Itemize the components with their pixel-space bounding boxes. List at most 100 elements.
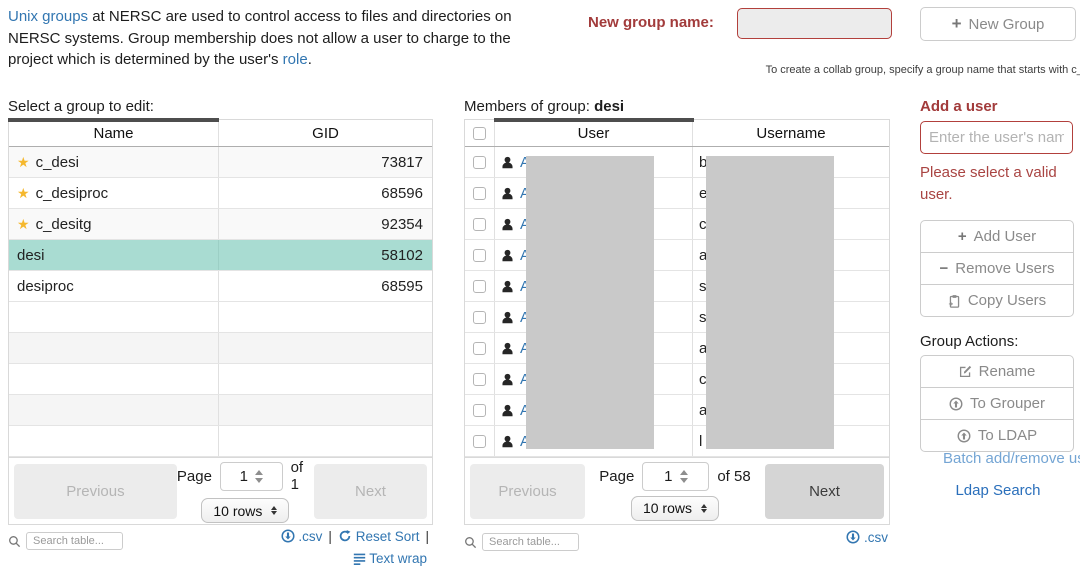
member-row: A a xyxy=(465,240,889,271)
redacted-name xyxy=(526,208,654,240)
person-icon xyxy=(501,404,514,417)
redacted-username xyxy=(706,425,834,449)
intro-period: . xyxy=(308,51,312,68)
user-actions-group: + Add User − Remove Users Copy Users xyxy=(920,220,1074,317)
redacted-name xyxy=(526,270,654,302)
member-checkbox[interactable] xyxy=(473,373,486,386)
download-csv-icon xyxy=(281,529,295,543)
table-row[interactable]: ★c_desi 73817 xyxy=(9,147,432,178)
members-table-pagination: Previous Page 1 of 58 10 rows xyxy=(465,457,889,524)
table-row-selected[interactable]: desi 58102 xyxy=(9,240,432,271)
sort-indicator-bar xyxy=(8,118,219,122)
group-table-links: .csv| Reset Sort| xyxy=(230,529,435,544)
text-wrap-link-row: Text wrap xyxy=(230,551,427,566)
column-header-name[interactable]: Name xyxy=(9,120,219,146)
person-icon xyxy=(501,373,514,386)
member-checkbox[interactable] xyxy=(473,342,486,355)
next-page-button[interactable]: Next xyxy=(314,464,427,519)
person-icon xyxy=(501,218,514,231)
redacted-name xyxy=(526,301,654,333)
members-search-input[interactable] xyxy=(482,533,579,551)
text-wrap-link[interactable]: Text wrap xyxy=(353,551,427,566)
member-checkbox[interactable] xyxy=(473,218,486,231)
page-count-label: of 1 xyxy=(291,459,314,493)
select-all-checkbox[interactable] xyxy=(473,127,486,140)
star-icon[interactable]: ★ xyxy=(17,154,30,171)
person-icon xyxy=(501,342,514,355)
member-checkbox[interactable] xyxy=(473,156,486,169)
column-header-user[interactable]: User xyxy=(495,120,693,146)
group-list-panel: Select a group to edit: Name GID ★c_desi… xyxy=(8,98,433,525)
table-row[interactable]: desiproc 68595 xyxy=(9,271,432,302)
role-link[interactable]: role xyxy=(283,51,308,68)
page-stepper-icon[interactable] xyxy=(255,470,263,483)
member-checkbox[interactable] xyxy=(473,404,486,417)
member-checkbox[interactable] xyxy=(473,435,486,448)
star-icon[interactable]: ★ xyxy=(17,185,30,202)
member-row: A b xyxy=(465,147,889,178)
column-header-username[interactable]: Username xyxy=(693,120,889,146)
group-name: c_desiproc xyxy=(36,185,109,202)
redacted-name xyxy=(526,425,654,449)
to-grouper-button[interactable]: To Grouper xyxy=(920,387,1074,420)
next-page-button[interactable]: Next xyxy=(765,464,884,519)
redacted-name xyxy=(526,363,654,395)
collab-group-note: To create a collab group, specify a grou… xyxy=(766,64,1080,76)
member-checkbox[interactable] xyxy=(473,311,486,324)
star-icon[interactable]: ★ xyxy=(17,216,30,233)
page-number-input[interactable]: 1 xyxy=(220,462,283,491)
rows-per-page-value: 10 rows xyxy=(643,500,692,516)
upload-circle-icon xyxy=(957,429,971,443)
group-actions-group: Rename To Grouper To LDAP xyxy=(920,355,1074,452)
add-user-button[interactable]: + Add User xyxy=(920,220,1074,253)
previous-page-button[interactable]: Previous xyxy=(470,464,585,519)
page-number-value: 1 xyxy=(664,468,672,485)
member-row: A c xyxy=(465,364,889,395)
paste-icon xyxy=(948,294,961,308)
intro-text: Unix groups at NERSC are used to control… xyxy=(8,6,548,71)
member-checkbox[interactable] xyxy=(473,280,486,293)
redacted-name xyxy=(526,239,654,271)
add-user-title: Add a user xyxy=(920,98,1080,115)
reset-sort-icon xyxy=(338,529,352,543)
members-table-links: .csv xyxy=(790,530,888,545)
unix-groups-link[interactable]: Unix groups xyxy=(8,8,88,25)
remove-users-button[interactable]: − Remove Users xyxy=(920,252,1074,285)
rows-per-page-select[interactable]: 10 rows xyxy=(201,498,289,523)
new-group-name-input[interactable] xyxy=(737,8,892,39)
rows-per-page-value: 10 rows xyxy=(213,503,262,519)
table-row-empty xyxy=(9,426,432,457)
new-group-button[interactable]: + New Group xyxy=(920,7,1076,41)
previous-page-button[interactable]: Previous xyxy=(14,464,177,519)
page-number-value: 1 xyxy=(240,468,248,485)
column-header-gid[interactable]: GID xyxy=(219,125,432,142)
person-icon xyxy=(501,249,514,262)
csv-download-link[interactable]: .csv xyxy=(281,529,323,544)
copy-users-button[interactable]: Copy Users xyxy=(920,284,1074,317)
new-group-button-label: New Group xyxy=(969,16,1045,33)
redacted-name xyxy=(526,177,654,209)
select-arrows-icon xyxy=(271,506,277,515)
batch-add-remove-link[interactable]: Batch add/remove users xyxy=(943,450,1080,467)
rename-group-button[interactable]: Rename xyxy=(920,355,1074,388)
reset-sort-link[interactable]: Reset Sort xyxy=(338,529,420,544)
member-checkbox[interactable] xyxy=(473,249,486,262)
csv-download-link[interactable]: .csv xyxy=(846,530,888,545)
table-row[interactable]: ★c_desiproc 68596 xyxy=(9,178,432,209)
rows-per-page-select[interactable]: 10 rows xyxy=(631,496,719,521)
page-stepper-icon[interactable] xyxy=(680,470,688,483)
page-label: Page xyxy=(177,468,212,485)
page-label: Page xyxy=(599,468,634,485)
redacted-username xyxy=(706,208,834,240)
add-user-input[interactable] xyxy=(920,121,1073,154)
new-group-name-label: New group name: xyxy=(588,14,714,31)
ldap-search-link[interactable]: Ldap Search xyxy=(920,482,1076,499)
group-search-input[interactable] xyxy=(26,532,123,550)
person-icon xyxy=(501,311,514,324)
member-checkbox[interactable] xyxy=(473,187,486,200)
search-icon xyxy=(464,536,477,549)
group-table: Name GID ★c_desi 73817 ★c_desiproc 68596… xyxy=(8,119,433,525)
table-row[interactable]: ★c_desitg 92354 xyxy=(9,209,432,240)
page-number-input[interactable]: 1 xyxy=(642,462,709,491)
to-ldap-button[interactable]: To LDAP xyxy=(920,419,1074,452)
